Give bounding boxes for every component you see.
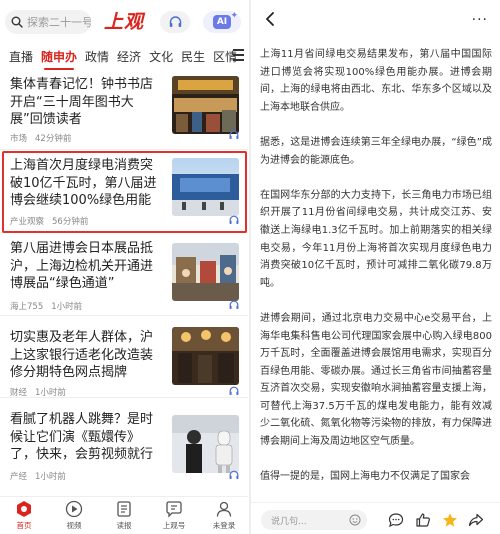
nav-video[interactable]: 视频 xyxy=(54,500,94,531)
sparkle-icon: ✦ xyxy=(230,11,238,21)
article-paragraph: 进博会期间，通过北京电力交易中心e交易平台，上海华电集科售电公司代理国家会展中心… xyxy=(260,312,492,448)
news-item[interactable]: 看腻了机器人跳舞？是时候让它们演《甄嬛传》了，快来，会剪视频就行 产经 1小时前 xyxy=(0,399,248,495)
news-title: 看腻了机器人跳舞？是时候让它们演《甄嬛传》了，快来，会剪视频就行 xyxy=(10,412,154,462)
nav-label: 未登录 xyxy=(212,521,236,530)
search-placeholder: 探索二十一号 xyxy=(27,16,91,29)
headset-icon[interactable] xyxy=(229,470,239,480)
bottom-navigation: 首页 视频 读报 上观号 未登录 xyxy=(0,496,248,534)
top-bar: 探索二十一号 上观 AI ✦ xyxy=(0,0,248,40)
tab-culture[interactable]: 文化 xyxy=(149,48,173,65)
news-meta: 产业观察 56分钟前 xyxy=(10,215,88,227)
news-thumbnail xyxy=(172,243,239,301)
nav-label: 上观号 xyxy=(162,521,186,530)
news-meta: 财经 1小时前 xyxy=(10,386,66,398)
nav-newspaper[interactable]: 读报 xyxy=(104,500,144,531)
news-title: 集体青春记忆！钟书书店开启“三十周年图书大展”回馈读者 xyxy=(10,77,154,127)
tabs-menu-icon[interactable] xyxy=(233,49,244,61)
news-source: 产业观察 xyxy=(10,217,45,227)
news-meta: 海上755 1小时前 xyxy=(10,300,82,312)
news-item[interactable]: 上海首次月度绿电消费突破10亿千瓦时，第八届进博会继续100%绿色用能 产业观察… xyxy=(0,151,248,233)
channel-icon xyxy=(166,501,182,518)
news-thumbnail xyxy=(172,158,239,216)
news-title: 第八届进博会日本展品抵沪，上海边检机关开通进博展品“绿色通道” xyxy=(10,241,154,291)
newspaper-icon xyxy=(117,501,131,517)
news-title: 上海首次月度绿电消费突破10亿千瓦时，第八届进博会继续100%绿色用能 xyxy=(10,158,157,208)
news-meta: 产经 1小时前 xyxy=(10,470,66,482)
audio-button[interactable] xyxy=(160,11,190,33)
ai-assistant-button[interactable]: AI ✦ xyxy=(203,11,241,33)
article-paragraph: 据悉，这是进博会连续第三年全绿电办展，“绿色”成为进博会的能源底色。 xyxy=(260,136,492,166)
article-body: 上海11月省间绿电交易结果发布，第八届中国国际进口博览会将实现100%绿色用能办… xyxy=(260,46,492,503)
news-thumbnail xyxy=(172,76,239,134)
back-icon[interactable] xyxy=(264,11,276,27)
video-icon xyxy=(65,500,83,518)
news-source: 市场 xyxy=(10,134,28,144)
user-icon xyxy=(216,501,232,517)
app-logo: 上观 xyxy=(104,11,145,33)
tab-live[interactable]: 直播 xyxy=(9,48,33,65)
article-detail-panel: ··· 上海11月省间绿电交易结果发布，第八届中国国际进口博览会将实现100%绿… xyxy=(251,0,500,534)
nav-channel[interactable]: 上观号 xyxy=(154,500,194,531)
nav-profile[interactable]: 未登录 xyxy=(204,500,244,531)
headset-icon[interactable] xyxy=(229,300,239,310)
headset-icon[interactable] xyxy=(229,130,239,140)
channel-tabs: 直播 随申办 政情 经济 文化 民生 区情 xyxy=(0,44,248,70)
comment-icon[interactable] xyxy=(388,512,404,528)
news-time: 1小时前 xyxy=(35,388,66,398)
headset-icon xyxy=(169,16,181,27)
tab-livelihood[interactable]: 民生 xyxy=(181,48,205,65)
news-thumbnail xyxy=(172,327,239,385)
news-thumbnail xyxy=(172,415,239,473)
article-action-bar: 说几句... xyxy=(251,502,500,534)
news-time: 56分钟前 xyxy=(52,217,89,227)
nav-home[interactable]: 首页 xyxy=(4,500,44,531)
content-fade xyxy=(251,486,500,498)
news-item[interactable]: 切实惠及老年人群体，沪上这家银行适老化改造装修分期特色网点揭牌 财经 1小时前 xyxy=(0,317,248,398)
more-options-icon[interactable]: ··· xyxy=(472,12,488,28)
news-source: 海上755 xyxy=(10,302,44,312)
like-icon[interactable] xyxy=(415,512,431,528)
tab-economy[interactable]: 经济 xyxy=(117,48,141,65)
nav-label: 视频 xyxy=(66,521,82,530)
tab-suishenban[interactable]: 随申办 xyxy=(41,48,77,70)
ai-icon: AI xyxy=(213,15,231,29)
news-item[interactable]: 集体青春记忆！钟书书店开启“三十周年图书大展”回馈读者 市场 42分钟前 xyxy=(0,70,248,150)
news-item[interactable]: 第八届进博会日本展品抵沪，上海边检机关开通进博展品“绿色通道” 海上755 1小时… xyxy=(0,234,248,316)
nav-label: 首页 xyxy=(16,521,32,530)
search-icon xyxy=(11,16,23,28)
news-time: 42分钟前 xyxy=(35,134,72,144)
article-paragraph: 上海11月省间绿电交易结果发布，第八届中国国际进口博览会将实现100%绿色用能办… xyxy=(260,49,492,113)
news-feed-panel: 探索二十一号 上观 AI ✦ 直播 随申办 政情 经济 文化 民生 区情 集体青… xyxy=(0,0,248,534)
news-source: 产经 xyxy=(10,472,28,482)
home-icon xyxy=(17,501,31,517)
news-time: 1小时前 xyxy=(35,472,66,482)
headset-icon[interactable] xyxy=(229,386,239,396)
article-paragraph: 值得一提的是，国网上海电力不仅满足了国家会 xyxy=(260,471,470,483)
news-meta: 市场 42分钟前 xyxy=(10,132,71,144)
share-icon[interactable] xyxy=(468,512,484,528)
article-paragraph: 在国网华东分部的大力支持下，长三角电力市场已组织开展了11月份省间绿电交易，共计… xyxy=(260,189,492,289)
nav-label: 读报 xyxy=(116,521,132,530)
news-time: 1小时前 xyxy=(51,302,83,312)
headset-icon[interactable] xyxy=(229,215,239,225)
comment-placeholder: 说几句... xyxy=(271,516,307,527)
search-bar[interactable]: 探索二十一号 xyxy=(5,10,91,34)
news-title: 切实惠及老年人群体，沪上这家银行适老化改造装修分期特色网点揭牌 xyxy=(10,330,154,380)
favorite-star-icon[interactable] xyxy=(442,512,458,528)
emoji-icon[interactable] xyxy=(349,514,361,526)
news-source: 财经 xyxy=(10,388,28,398)
tab-politics[interactable]: 政情 xyxy=(85,48,109,65)
comment-input[interactable]: 说几句... xyxy=(261,510,367,530)
